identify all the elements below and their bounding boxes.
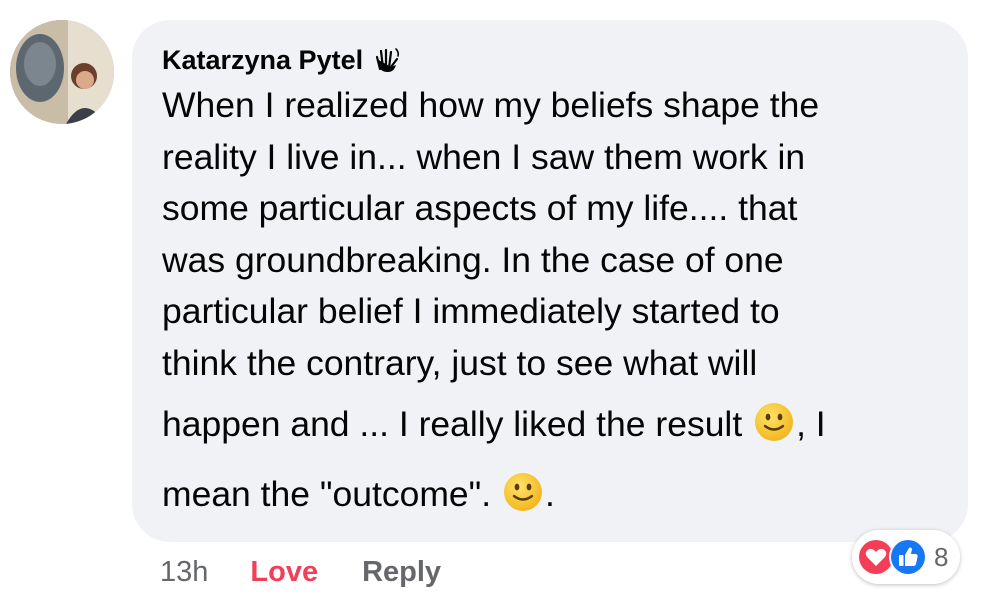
comment-text: When I realized how my beliefs shape the… — [162, 80, 938, 529]
reactions-summary[interactable]: 8 — [852, 530, 961, 584]
like-icon — [889, 538, 927, 576]
author-name[interactable]: Katarzyna Pytel — [162, 45, 363, 76]
comment-line-text: happen and ... I really liked the result — [162, 404, 753, 444]
comment-line-text: . — [544, 474, 555, 514]
comment-line: some particular aspects of my life.... t… — [162, 188, 798, 228]
comment-line: happen and ... I really liked the result… — [162, 389, 938, 459]
comment-line: think the contrary, just to see what wil… — [162, 342, 758, 383]
comment-header: Katarzyna Pytel — [162, 42, 938, 78]
reaction-count: 8 — [934, 541, 949, 572]
comment-line-text: mean the "outcome". — [162, 474, 501, 514]
slightly-smiling-face-icon — [503, 473, 542, 511]
comment-line: When I realized how my beliefs shape the — [162, 85, 820, 125]
slightly-smiling-face-icon — [755, 403, 794, 441]
waving-hand-icon — [375, 48, 400, 72]
timestamp[interactable]: 13h — [160, 556, 208, 589]
reply-button[interactable]: Reply — [362, 556, 441, 589]
avatar[interactable] — [10, 20, 114, 124]
comment-actions: 13h Love Reply — [160, 556, 441, 589]
love-button[interactable]: Love — [250, 556, 318, 589]
comment-line-text: , I — [796, 404, 826, 444]
comment-line: particular belief I immediately started … — [162, 291, 780, 331]
comment-line: reality I live in... when I saw them wor… — [162, 136, 806, 177]
comment-line: was groundbreaking. In the case of one — [162, 239, 784, 280]
avatar-photo — [10, 20, 114, 124]
comment-line: mean the "outcome". . — [162, 459, 938, 529]
comment-bubble: Katarzyna Pytel When I realized how my b… — [132, 20, 968, 542]
